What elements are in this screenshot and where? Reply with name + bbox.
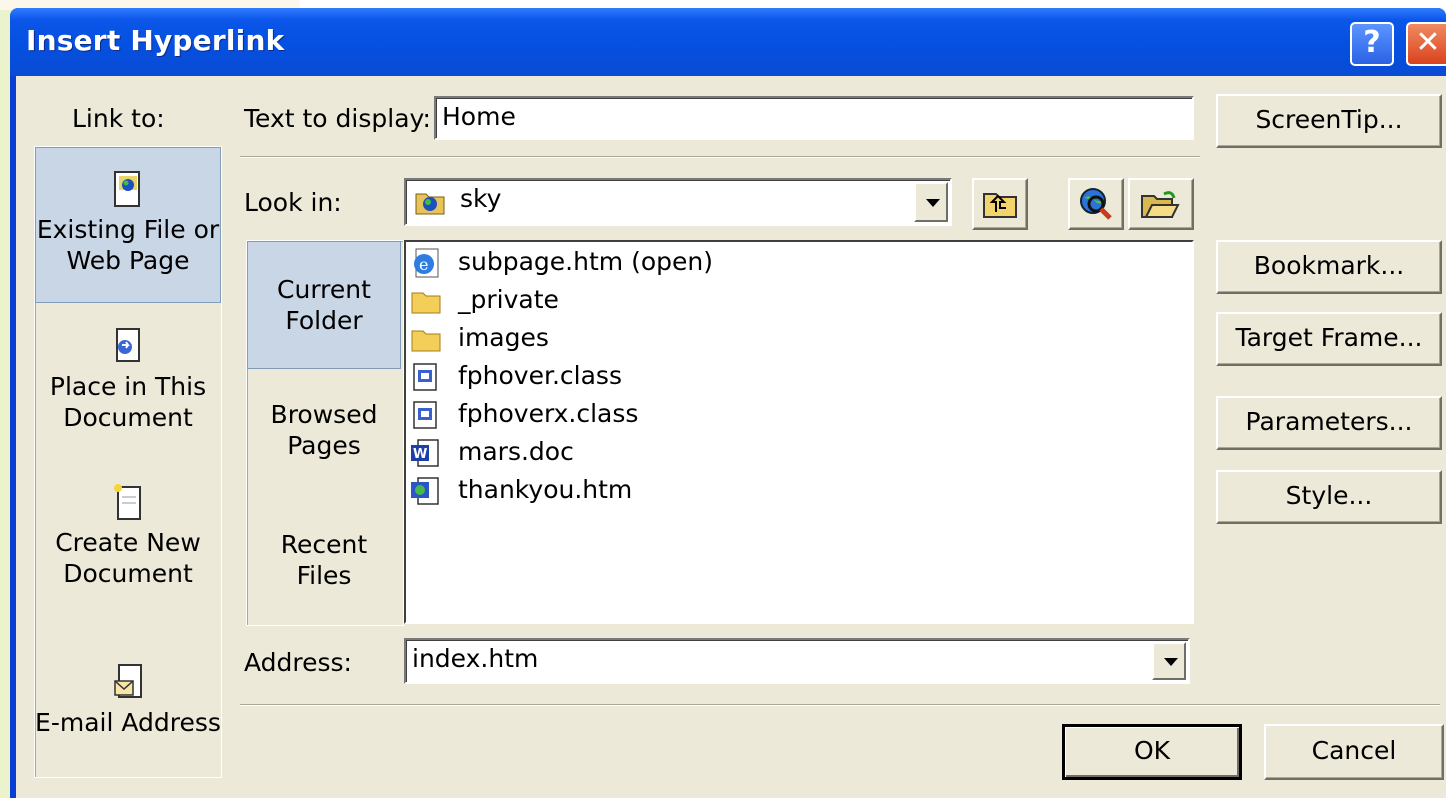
htm-file-icon [411, 477, 439, 505]
place-label-line1: Existing File or [36, 215, 220, 244]
parameters-button[interactable]: Parameters... [1216, 396, 1442, 450]
look-in-value: sky [460, 184, 502, 213]
browse-web-button[interactable] [1068, 178, 1124, 230]
insert-hyperlink-dialog: Insert Hyperlink ? ✕ Link to: Existing F… [10, 8, 1446, 798]
svg-text:W: W [413, 447, 427, 462]
look-in-dropdown-arrow[interactable] [914, 182, 948, 222]
subtab-label-line2: Pages [287, 431, 361, 460]
place-in-this-document[interactable]: Place in This Document [35, 327, 221, 433]
place-create-new-document[interactable]: Create New Document [35, 483, 221, 589]
subtab-label-line2: Folder [285, 306, 363, 335]
close-button[interactable]: ✕ [1406, 22, 1446, 66]
file-name: subpage.htm (open) [458, 247, 713, 276]
file-list[interactable]: e subpage.htm (open) _private images fph… [404, 240, 1194, 624]
web-folder-icon [415, 193, 445, 215]
class-file-icon [413, 401, 437, 429]
file-name: _private [458, 285, 559, 314]
place-label-create: Create New [55, 528, 201, 557]
place-in-document-icon [116, 328, 140, 362]
address-combo[interactable]: index.htm [404, 638, 1190, 684]
folder-icon [411, 330, 441, 352]
ok-button[interactable]: OK [1062, 724, 1242, 780]
folder-icon [411, 292, 441, 314]
tab-current-folder[interactable]: Current Folder [247, 241, 401, 369]
browse-file-button[interactable] [1128, 178, 1194, 230]
link-to-label: Link to: [72, 104, 165, 133]
bookmark-button[interactable]: Bookmark... [1216, 240, 1442, 294]
address-value: index.htm [412, 644, 539, 673]
text-to-display-input[interactable]: Home [434, 96, 1194, 140]
ie-page-icon: e [414, 248, 439, 278]
place-email-address[interactable]: E-mail Address [35, 663, 221, 738]
subtab-label-line1: Current [277, 275, 371, 304]
file-name: thankyou.htm [458, 475, 633, 504]
address-dropdown-arrow[interactable] [1152, 642, 1186, 680]
look-in-label: Look in: [244, 188, 342, 217]
browse-web-icon [1080, 188, 1112, 220]
screentip-button[interactable]: ScreenTip... [1216, 94, 1442, 148]
svg-text:e: e [419, 255, 428, 274]
help-button[interactable]: ? [1350, 22, 1394, 66]
up-one-folder-button[interactable] [972, 178, 1028, 230]
address-label: Address: [244, 648, 352, 677]
text-to-display-label: Text to display: [244, 104, 431, 133]
place-label-line1: Place in This [49, 372, 207, 401]
separator-top [240, 156, 1200, 158]
word-doc-icon: W [411, 439, 439, 467]
dialog-title: Insert Hyperlink [26, 24, 285, 57]
existing-file-icon [114, 171, 140, 207]
link-to-bar: Existing File or Web Page Place in This … [34, 146, 222, 778]
open-folder-icon [1141, 191, 1180, 218]
file-name: mars.doc [458, 437, 574, 466]
place-existing-file[interactable]: Existing File or Web Page [35, 147, 221, 303]
style-button[interactable]: Style... [1216, 470, 1442, 524]
title-bar[interactable]: Insert Hyperlink ? ✕ [10, 8, 1446, 76]
file-name: fphover.class [458, 361, 622, 390]
file-name: fphoverx.class [458, 399, 639, 428]
up-folder-icon [983, 193, 1017, 218]
sub-tab-bar: Current Folder Browsed Pages Recent File… [246, 240, 404, 626]
place-label-line2: Document [63, 403, 193, 432]
subtab-label-line1: Recent [280, 530, 368, 559]
text-to-display-value: Home [442, 102, 516, 131]
separator-bottom [240, 704, 1440, 706]
place-label-line1: E-mail Address [35, 708, 221, 737]
class-file-icon [413, 363, 437, 391]
tab-recent-files[interactable]: Recent Files [247, 529, 401, 591]
create-new-document-icon [114, 484, 141, 520]
cancel-button[interactable]: Cancel [1264, 724, 1444, 780]
look-in-combo[interactable]: sky [404, 178, 952, 226]
tab-browsed-pages[interactable]: Browsed Pages [247, 399, 401, 461]
dialog-body: Link to: Existing File or Web Page Place… [16, 76, 1446, 798]
email-address-icon [114, 664, 142, 698]
place-label-line2: Document [63, 559, 193, 588]
place-label-line2: Web Page [66, 246, 190, 275]
subtab-label-line1: Browsed [270, 400, 378, 429]
subtab-label-line2: Files [296, 561, 352, 590]
file-name: images [458, 323, 549, 352]
target-frame-button[interactable]: Target Frame... [1216, 312, 1442, 366]
